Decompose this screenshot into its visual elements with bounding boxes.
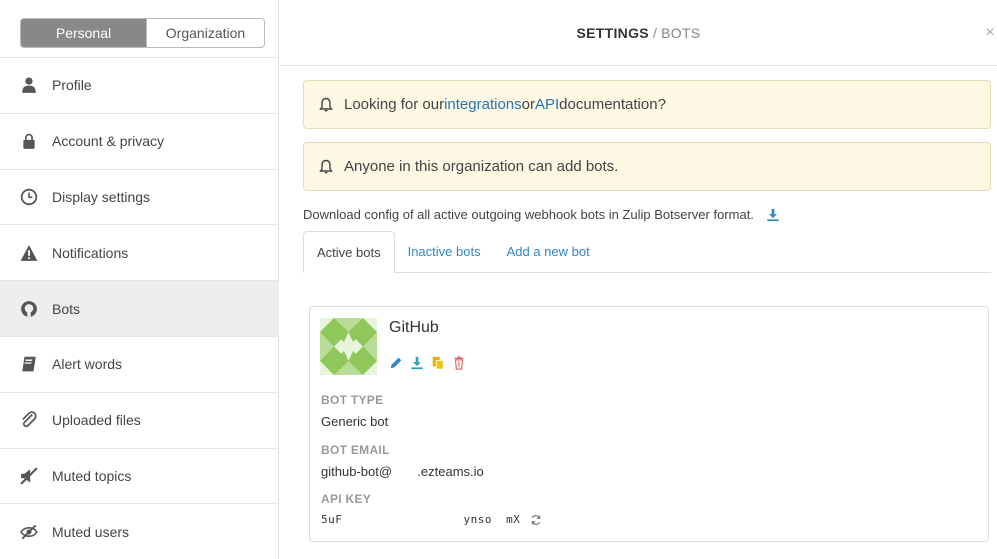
sidebar-item-muted-users[interactable]: Muted users [0,503,279,559]
sidebar-item-label: Account & privacy [52,133,165,150]
sidebar-item-label: Profile [52,77,92,94]
api-key-value: 5uF ynso mX [321,513,521,526]
alert-text: Anyone in this organization can add bots… [344,158,619,175]
settings-header: SETTINGS / BOTS × [280,0,997,66]
settings-nav-list: Profile Account & privacy Display settin… [0,57,279,559]
regenerate-key-icon[interactable] [530,514,542,526]
sidebar-item-bots[interactable]: Bots [0,280,279,336]
alert-text-suffix: documentation? [559,96,666,113]
download-config-text: Download config of all active outgoing w… [303,207,754,222]
download-bot-icon[interactable] [410,356,424,370]
api-link[interactable]: API [535,96,559,113]
sidebar-item-label: Uploaded files [52,412,141,429]
sidebar-item-notifications[interactable]: Notifications [0,224,279,280]
sidebar-item-muted-topics[interactable]: Muted topics [0,447,279,504]
api-key-label: API KEY [321,492,372,506]
bot-card: GitHub BOT TYPE Generic bot BOT EMAIL gi… [309,306,989,542]
sidebar-item-label: Muted topics [52,467,132,484]
sidebar-item-label: Muted users [52,523,130,540]
tab-active-bots[interactable]: Active bots [303,231,395,273]
bots-settings-panel: Looking for our integrations or API docu… [303,80,991,542]
bot-type-label: BOT TYPE [321,393,384,407]
github-icon [20,300,38,318]
bot-avatar [320,318,377,375]
sidebar-item-profile[interactable]: Profile [0,57,279,113]
bots-tabs: Active bots Inactive bots Add a new bot [303,231,991,273]
integrations-alert: Looking for our integrations or API docu… [303,80,991,129]
organization-tab[interactable]: Organization [146,19,264,47]
edit-icon[interactable] [389,356,403,370]
sidebar-item-alert-words[interactable]: Alert words [0,335,279,392]
header-subtitle: BOTS [661,24,701,41]
alert-text-prefix: Looking for our [344,96,445,113]
close-icon[interactable]: × [985,24,995,42]
settings-sidebar: Personal Organization Profile Account & … [0,0,279,559]
sidebar-item-uploaded-files[interactable]: Uploaded files [0,391,279,448]
tab-inactive-bots[interactable]: Inactive bots [395,230,494,272]
download-icon[interactable] [766,208,780,222]
api-key-row: 5uF ynso mX [321,511,542,526]
deactivate-bot-icon[interactable] [452,356,466,370]
tab-add-new-bot[interactable]: Add a new bot [494,230,603,272]
lock-icon [20,132,38,150]
sidebar-item-account-privacy[interactable]: Account & privacy [0,112,279,169]
eye-slash-icon [20,523,38,541]
bell-icon [319,97,333,111]
user-icon [20,76,38,94]
bot-actions [389,356,466,370]
integrations-link[interactable]: integrations [444,96,522,113]
copy-zuliprc-icon[interactable] [431,356,445,370]
header-title: SETTINGS [576,24,649,41]
mute-icon [20,467,38,485]
paperclip-icon [20,411,38,429]
clock-icon [20,188,38,206]
download-config-line: Download config of all active outgoing w… [303,207,991,222]
book-icon [20,355,38,373]
bot-email-value: github-bot@ .ezteams.io [321,464,484,479]
bot-permission-alert: Anyone in this organization can add bots… [303,142,991,191]
personal-tab[interactable]: Personal [21,19,146,47]
bot-email-label: BOT EMAIL [321,443,390,457]
bot-name: GitHub [389,319,439,336]
alert-text-middle: or [521,96,535,113]
bell-icon [319,159,333,173]
sidebar-item-label: Display settings [52,188,151,205]
warning-icon [20,244,38,262]
bot-type-value: Generic bot [321,414,389,429]
sidebar-item-display-settings[interactable]: Display settings [0,168,279,225]
personal-organization-toggle: Personal Organization [20,18,265,48]
header-separator: / [652,24,658,41]
sidebar-item-label: Bots [52,300,81,317]
sidebar-item-label: Notifications [52,244,129,261]
sidebar-item-label: Alert words [52,356,123,373]
